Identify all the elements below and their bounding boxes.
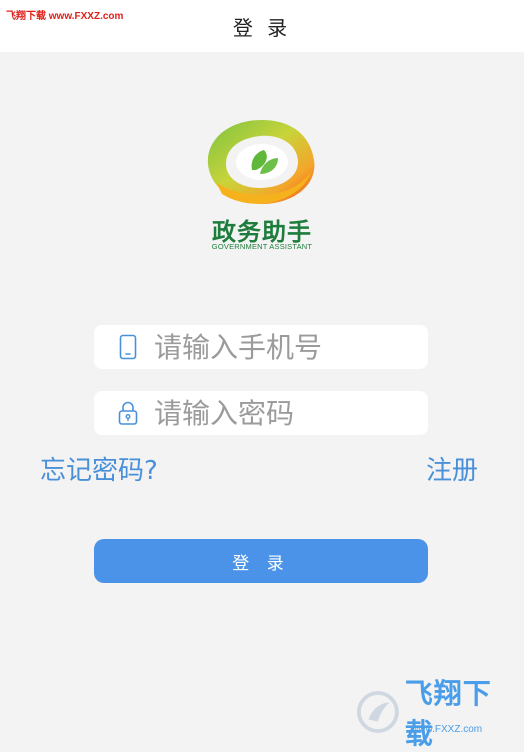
app-logo: 政务助手 GOVERNMENT ASSISTANT	[192, 116, 332, 256]
phone-icon	[118, 334, 138, 360]
lock-icon	[118, 400, 138, 426]
forgot-password-link[interactable]: 忘记密码?	[40, 450, 158, 487]
password-field[interactable]	[94, 391, 428, 435]
login-button[interactable]: 登 录	[94, 539, 428, 583]
phone-field[interactable]	[94, 325, 428, 369]
password-input[interactable]	[152, 392, 416, 434]
page-title: 登 录	[232, 15, 292, 40]
register-link[interactable]: 注册	[426, 450, 478, 487]
phone-input[interactable]	[152, 326, 416, 368]
watermark-text: 飞翔下载	[404, 677, 492, 750]
watermark-bottom: 飞翔下载 www.FXXZ.com	[357, 677, 515, 750]
watermark-url: www.FXXZ.com	[411, 724, 483, 735]
watermark-top: 飞翔下载 www.FXXZ.com	[6, 11, 124, 22]
watermark-logo-icon	[357, 691, 399, 733]
app-name-english: GOVERNMENT ASSISTANT	[211, 242, 313, 251]
logo-emblem-icon	[207, 120, 315, 204]
